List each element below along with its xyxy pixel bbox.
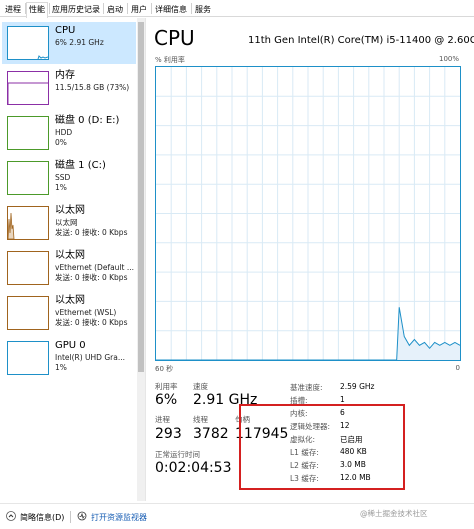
sidebar-item-title: 内存 — [55, 70, 75, 81]
sidebar-item-detail: vEthernet (Default ... — [55, 263, 134, 272]
x-axis-label: 60 秒 — [155, 365, 174, 373]
sidebar-item-detail: 11.5/15.8 GB (73%) — [55, 83, 130, 92]
tab-performance[interactable]: 性能 — [26, 2, 48, 18]
resource-sidebar: CPU 6% 2.91 GHz 内存 11.5/15.8 GB (73%) 磁盘… — [0, 18, 146, 501]
sidebar-item-detail: HDD — [55, 128, 73, 137]
sidebar-item-cpu[interactable]: CPU 6% 2.91 GHz — [2, 22, 136, 64]
page-title: CPU — [154, 26, 195, 50]
sidebar-item-title: 磁盘 1 (C:) — [55, 160, 106, 171]
footer-divider — [70, 511, 71, 523]
memory-thumbnail-svg — [8, 82, 48, 104]
cpu-utilization-svg — [156, 67, 460, 360]
utilization-label: 利用率 — [155, 382, 178, 391]
sidebar-item-disk-1[interactable]: 磁盘 1 (C:) SSD 1% — [2, 157, 136, 199]
cpu-thumbnail-line — [37, 55, 48, 59]
tab-app-history[interactable]: 应用历史记录 — [50, 2, 102, 17]
cpu-model-name: 11th Gen Intel(R) Core(TM) i5-11400 @ 2.… — [248, 35, 474, 46]
threads-label: 线程 — [193, 415, 208, 424]
utilization-value: 6% — [155, 392, 178, 408]
gpu-thumbnail-graph — [7, 341, 49, 375]
tab-users[interactable]: 用户 — [128, 2, 150, 17]
sidebar-item-usage: 1% — [55, 183, 67, 192]
sidebar-scrollbar-thumb[interactable] — [138, 22, 144, 372]
sidebar-item-detail: 6% 2.91 GHz — [55, 38, 104, 47]
sidebar-item-title: 以太网 — [55, 295, 85, 306]
annotation-highlight-box — [239, 404, 405, 490]
sidebar-item-ethernet-2[interactable]: 以太网 vEthernet (Default ... 发送: 0 接收: 0 K… — [2, 247, 136, 289]
sidebar-item-usage: 发送: 0 接收: 0 Kbps — [55, 228, 128, 237]
open-resource-monitor-link[interactable]: 打开资源监视器 — [91, 512, 147, 523]
sidebar-item-title: CPU — [55, 25, 76, 36]
ethernet-1-thumbnail-area — [8, 212, 15, 239]
threads-value: 3782 — [193, 426, 229, 442]
cpu-thumbnail-svg — [37, 55, 48, 59]
memory-thumbnail-graph — [7, 71, 49, 105]
sidebar-item-ethernet-3[interactable]: 以太网 vEthernet (WSL) 发送: 0 接收: 0 Kbps — [2, 292, 136, 334]
sidebar-item-ethernet-1[interactable]: 以太网 以太网 发送: 0 接收: 0 Kbps — [2, 202, 136, 244]
y-axis-label: % 利用率 — [155, 56, 185, 64]
sidebar-item-usage: 1% — [55, 363, 67, 372]
base-speed-label: 基准速度: — [290, 383, 323, 392]
brief-info-button[interactable]: 简略信息(D) — [20, 512, 64, 523]
speed-label: 速度 — [193, 382, 208, 391]
sidebar-item-usage: 发送: 0 接收: 0 Kbps — [55, 273, 128, 282]
sidebar-item-title: GPU 0 — [55, 340, 86, 351]
base-speed-value: 2.59 GHz — [340, 382, 375, 391]
sidebar-item-detail: SSD — [55, 173, 71, 182]
cpu-utilization-graph — [155, 66, 461, 361]
processes-value: 293 — [155, 426, 182, 442]
y-axis-max-label: 100% — [438, 55, 459, 63]
sidebar-item-disk-0[interactable]: 磁盘 0 (D: E:) HDD 0% — [2, 112, 136, 154]
sidebar-item-title: 以太网 — [55, 250, 85, 261]
sidebar-item-detail: 以太网 — [55, 218, 78, 227]
tab-services[interactable]: 服务 — [192, 2, 214, 17]
sidebar-item-usage: 0% — [55, 138, 67, 147]
graph-grid — [156, 67, 460, 360]
sidebar-item-title: 磁盘 0 (D: E:) — [55, 115, 120, 126]
x-axis-end-label: 0 — [455, 364, 460, 372]
disk-1-thumbnail-graph — [7, 161, 49, 195]
ethernet-1-thumbnail-graph — [7, 206, 49, 240]
uptime-value: 0:02:04:53 — [155, 460, 232, 476]
sidebar-item-detail: vEthernet (WSL) — [55, 308, 117, 317]
resource-monitor-icon[interactable] — [77, 511, 87, 521]
disk-0-thumbnail-graph — [7, 116, 49, 150]
tab-bar: 进程 性能 应用历史记录 启动 用户 详细信息 服务 — [0, 0, 474, 18]
cpu-thumbnail-graph — [7, 26, 49, 60]
sockets-value: 1 — [340, 395, 345, 404]
sidebar-item-gpu-0[interactable]: GPU 0 Intel(R) UHD Gra... 1% — [2, 337, 136, 379]
processes-label: 进程 — [155, 415, 170, 424]
sidebar-item-memory[interactable]: 内存 11.5/15.8 GB (73%) — [2, 67, 136, 109]
uptime-label: 正常运行时间 — [155, 450, 200, 459]
chevron-up-icon[interactable] — [6, 511, 16, 521]
ethernet-2-thumbnail-graph — [7, 251, 49, 285]
tab-startup[interactable]: 启动 — [104, 2, 126, 17]
memory-thumbnail-line — [8, 82, 48, 104]
sidebar-item-title: 以太网 — [55, 205, 85, 216]
sidebar-item-detail: Intel(R) UHD Gra... — [55, 353, 125, 362]
tab-processes[interactable]: 进程 — [2, 2, 24, 17]
ethernet-3-thumbnail-graph — [7, 296, 49, 330]
sidebar-item-usage: 发送: 0 接收: 0 Kbps — [55, 318, 128, 327]
tab-details[interactable]: 详细信息 — [152, 2, 190, 17]
ethernet-1-thumbnail-svg — [8, 212, 15, 239]
watermark-text: @稀土掘金技术社区 — [360, 509, 428, 518]
